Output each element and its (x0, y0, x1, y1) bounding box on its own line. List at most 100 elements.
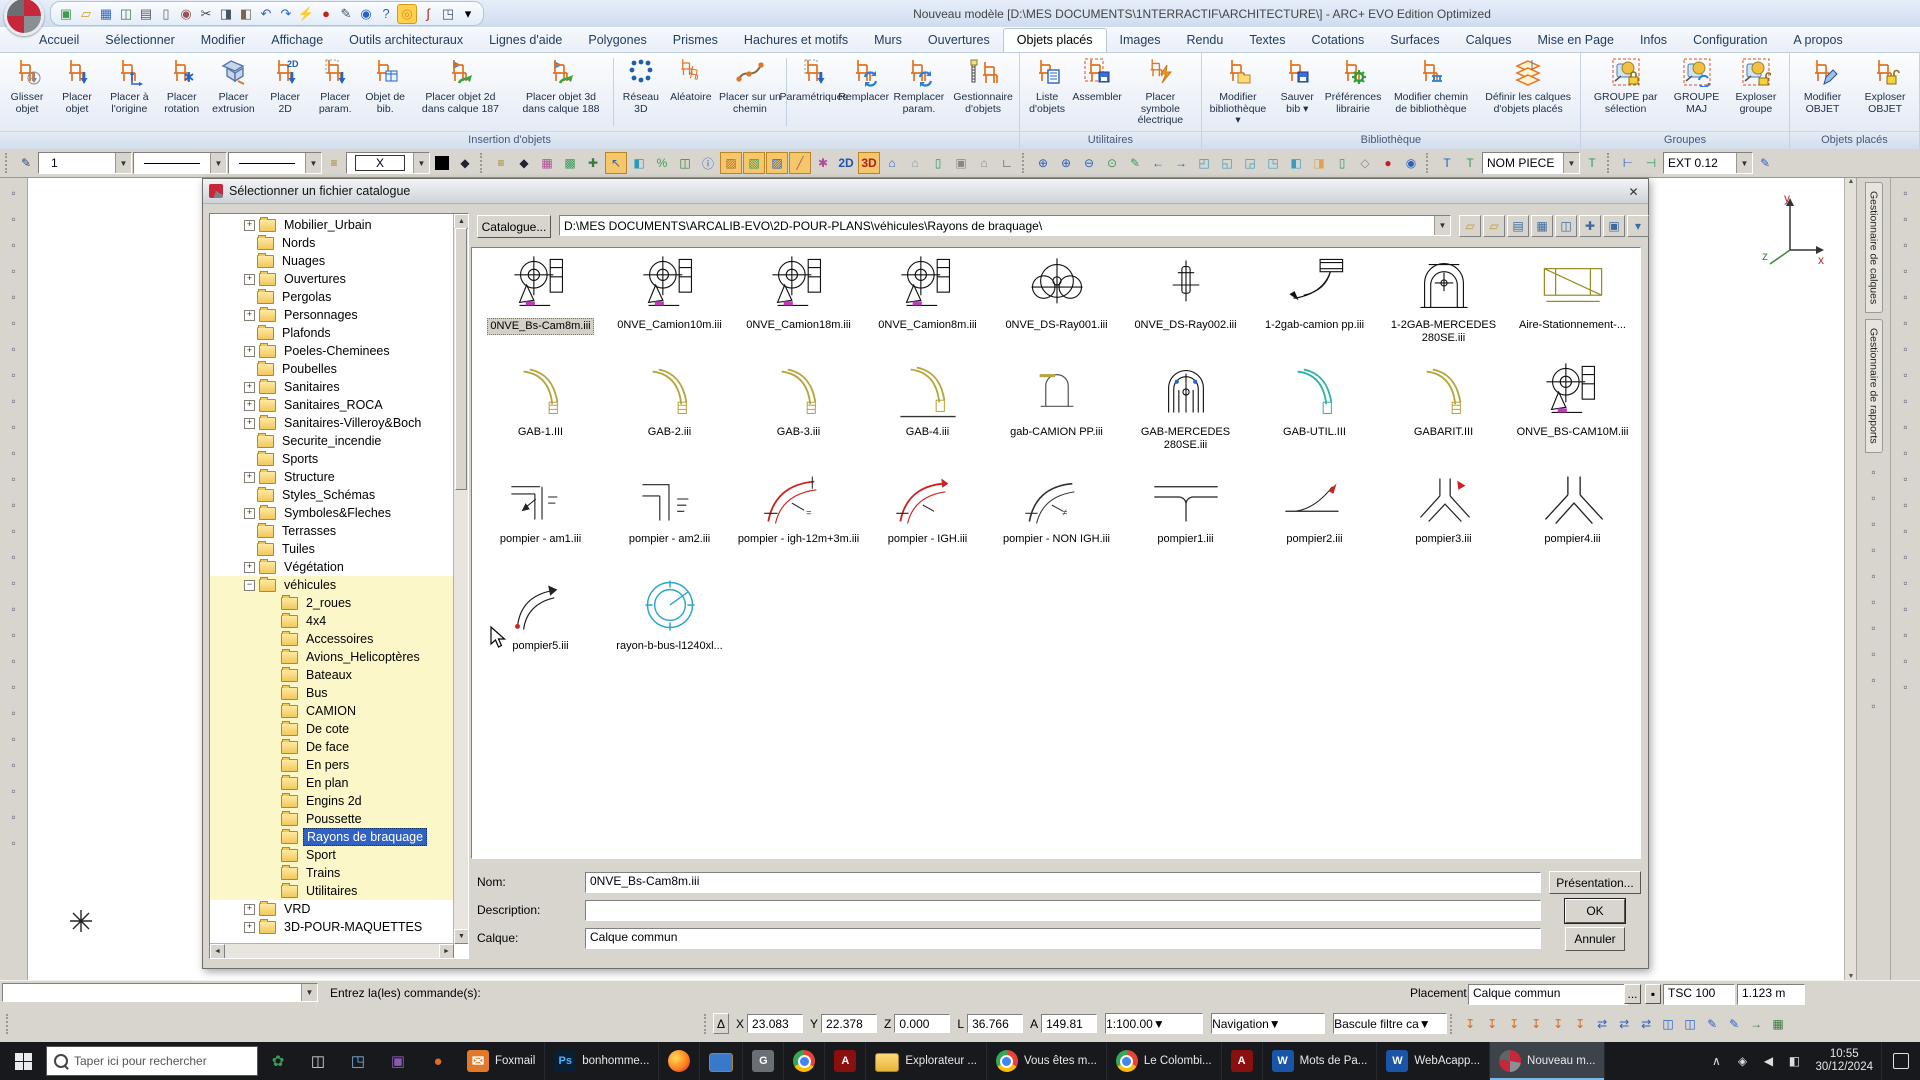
edge-tool-10-icon[interactable]: ▫ (1893, 415, 1918, 439)
tree-item-v-hicules[interactable]: − véhicules (210, 576, 454, 594)
constraint-3-icon[interactable]: ↧ (1503, 1012, 1526, 1035)
view-details-icon[interactable]: ▦ (1531, 215, 1553, 237)
pen-style-icon[interactable]: ✎ (15, 152, 37, 174)
tree-item-de-cote[interactable]: De cote (210, 720, 454, 738)
taskbar-clock[interactable]: 10:55 30/12/2024 (1807, 1048, 1881, 1074)
layer-tool-7-icon[interactable]: ▫ (1861, 615, 1886, 640)
tree-expander-icon[interactable]: − (244, 579, 255, 591)
layer-tool-6-icon[interactable]: ▫ (1861, 589, 1886, 614)
tree-expander-icon[interactable]: + (244, 399, 255, 411)
taskbar-search-input[interactable]: Taper ici pour rechercher (46, 1046, 258, 1076)
tree-item-plafonds[interactable]: Plafonds (210, 324, 454, 342)
polyline-icon[interactable]: ▫ (1, 311, 26, 335)
file-item-aire-stationnement-[interactable]: Aire-Stationnement-... (1508, 252, 1637, 359)
pinned-1-icon[interactable]: ◳ (338, 1042, 378, 1080)
text-style-combo-arrow[interactable]: ▼ (1563, 153, 1579, 173)
file-item-0nve-bs-cam8m-iii[interactable]: 0NVE_Bs-Cam8m.iii (476, 252, 605, 359)
tab-ouvertures[interactable]: Ouvertures (915, 29, 1003, 52)
ribbon-button-placer-sur-un-chemin[interactable]: Placer sur un chemin (716, 54, 784, 130)
view-list-icon[interactable]: ▤ (1507, 215, 1529, 237)
tree-item-sanitaires-villeroy-boch[interactable]: + Sanitaires-Villeroy&Boch (210, 414, 454, 432)
tree-item-personnages[interactable]: + Personnages (210, 306, 454, 324)
taskbar-app-bonhomme-[interactable]: Ps bonhomme... (545, 1042, 660, 1080)
tab-cotations[interactable]: Cotations (1298, 29, 1377, 52)
tree-item-engins-2d[interactable]: Engins 2d (210, 792, 454, 810)
tree-item-styles-sch-mas[interactable]: Styles_Schémas (210, 486, 454, 504)
folder-favorites-icon[interactable]: ✚ (1579, 215, 1601, 237)
edge-tool-18-icon[interactable]: ▫ (1893, 623, 1918, 647)
taskbar-app-foxmail[interactable]: ✉ Foxmail (458, 1042, 546, 1080)
layer-tool-1-icon[interactable]: ▫ (1861, 459, 1886, 484)
presentation-button[interactable]: Présentation... (1549, 871, 1641, 894)
view-thumbnails-icon[interactable]: ◫ (1555, 215, 1577, 237)
dim-style-combo[interactable]: EXT 0.12 ▼ (1663, 152, 1753, 174)
pen-color-combo[interactable]: 1 ▼ (38, 152, 132, 174)
file-item-pompier1-iii[interactable]: pompier1.iii (1121, 466, 1250, 573)
move-icon[interactable]: ▫ (1, 493, 26, 517)
mirror-icon[interactable]: ▫ (1, 545, 26, 569)
undo-icon[interactable]: ↶ (257, 5, 275, 23)
views-dropdown-icon[interactable]: ▾ (1627, 215, 1649, 237)
tab-objets-plac-s[interactable]: Objets placés (1002, 28, 1107, 52)
align-3-icon[interactable]: ⇄ (1635, 1012, 1658, 1035)
chevron-up-icon[interactable]: ∧ (1703, 1054, 1729, 1068)
layer-tool-2-icon[interactable]: ▫ (1861, 485, 1886, 510)
view-next-icon[interactable]: → (1170, 152, 1192, 174)
dim-style-combo-arrow[interactable]: ▼ (1736, 153, 1752, 173)
up-one-level-icon[interactable]: ▱ (1459, 215, 1481, 237)
tab-prismes[interactable]: Prismes (660, 29, 731, 52)
zoom-in-icon[interactable]: ⊕ (1055, 152, 1077, 174)
edge-tool-9-icon[interactable]: ▫ (1893, 389, 1918, 413)
ribbon-button-exploser-objet[interactable]: Exploser OBJET (1853, 54, 1917, 130)
dialog-close-icon[interactable]: ✕ (1625, 183, 1642, 200)
tab-accueil[interactable]: Accueil (26, 29, 92, 52)
tree-item-pergolas[interactable]: Pergolas (210, 288, 454, 306)
ink-icon[interactable]: ◆ (454, 152, 476, 174)
tree-expander-icon[interactable]: + (244, 273, 255, 285)
constraint-1-icon[interactable]: ↧ (1459, 1012, 1482, 1035)
file-item-1-2gab-mercedes-280se-iii[interactable]: 1-2GAB-MERCEDES 280SE.iii (1379, 252, 1508, 359)
tab-s-lectionner[interactable]: Sélectionner (92, 29, 188, 52)
visibility-menu-icon[interactable]: ◉ (357, 5, 375, 23)
delta-toggle[interactable]: Δ (713, 1013, 730, 1034)
file-item-pompier-igh-12m-3m-iii[interactable]: = pompier - igh-12m+3m.iii (734, 466, 863, 573)
info-icon[interactable]: ⓘ (697, 152, 719, 174)
line-width-combo[interactable]: ▼ (228, 152, 322, 174)
tree-horizontal-scrollbar[interactable]: ◄ ► (210, 943, 454, 958)
folder-options-icon[interactable]: ▣ (1603, 215, 1625, 237)
file-item-pompier-non-igh-iii[interactable]: ≠ pompier - NON IGH.iii (992, 466, 1121, 573)
annuler-button[interactable]: Annuler (1565, 927, 1625, 951)
edge-tool-13-icon[interactable]: ▫ (1893, 493, 1918, 517)
tree-vertical-scrollbar[interactable]: ▲ ▼ (453, 214, 468, 944)
flower-icon[interactable]: ✱ (812, 152, 834, 174)
edge-tool-16-icon[interactable]: ▫ (1893, 571, 1918, 595)
ribbon-button-pr-f-rences-librairie[interactable]: Préférences librairie (1322, 54, 1384, 130)
pan-icon[interactable]: ▫ (1, 259, 26, 283)
ribbon-button-assembler[interactable]: Assembler (1072, 54, 1122, 130)
line-style-combo-arrow[interactable]: ▼ (210, 153, 226, 173)
command-dropdown-icon[interactable]: ▼ (301, 984, 317, 1001)
filter-combo[interactable]: Bascule filtre ca ▼ (1333, 1013, 1448, 1034)
ribbon-button-sauver-bib[interactable]: Sauver bib ▾ (1272, 54, 1322, 130)
edge-tool-19-icon[interactable]: ▫ (1893, 649, 1918, 673)
tab-lignes-d-aide[interactable]: Lignes d'aide (476, 29, 575, 52)
ribbon-button-placer-objet[interactable]: Placer objet (52, 54, 102, 130)
ribbon-button-objet-de-bib-[interactable]: Objet de bib. (360, 54, 410, 130)
circle-icon[interactable]: ▫ (1, 363, 26, 387)
taskbar-app-acrobat[interactable]: A (1222, 1042, 1263, 1080)
plant-icon[interactable]: ✿ (258, 1042, 298, 1080)
spline-icon[interactable]: ▫ (1, 441, 26, 465)
tab-gestionnaire-de-calques[interactable]: Gestionnaire de calques (1864, 182, 1883, 314)
ribbon-button-modifier-chemin-de-biblioth-que[interactable]: Modifier chemin de bibliothèque (1384, 54, 1478, 130)
tree-item-de-face[interactable]: De face (210, 738, 454, 756)
tree-item-trains[interactable]: Trains (210, 864, 454, 882)
draw-menu-icon[interactable]: ✎ (337, 5, 355, 23)
zoom-target-icon[interactable]: ⊙ (1101, 152, 1123, 174)
view-3d-button[interactable]: 3D (858, 152, 880, 174)
tree-expander-icon[interactable]: + (244, 219, 255, 231)
pinned-2-icon[interactable]: ▣ (378, 1042, 418, 1080)
tree-item-nords[interactable]: Nords (210, 234, 454, 252)
edge-tool-3-icon[interactable]: ▫ (1893, 233, 1918, 257)
taskbar-app-chrome[interactable] (784, 1042, 826, 1080)
file-item-pompier4-iii[interactable]: pompier4.iii (1508, 466, 1637, 573)
